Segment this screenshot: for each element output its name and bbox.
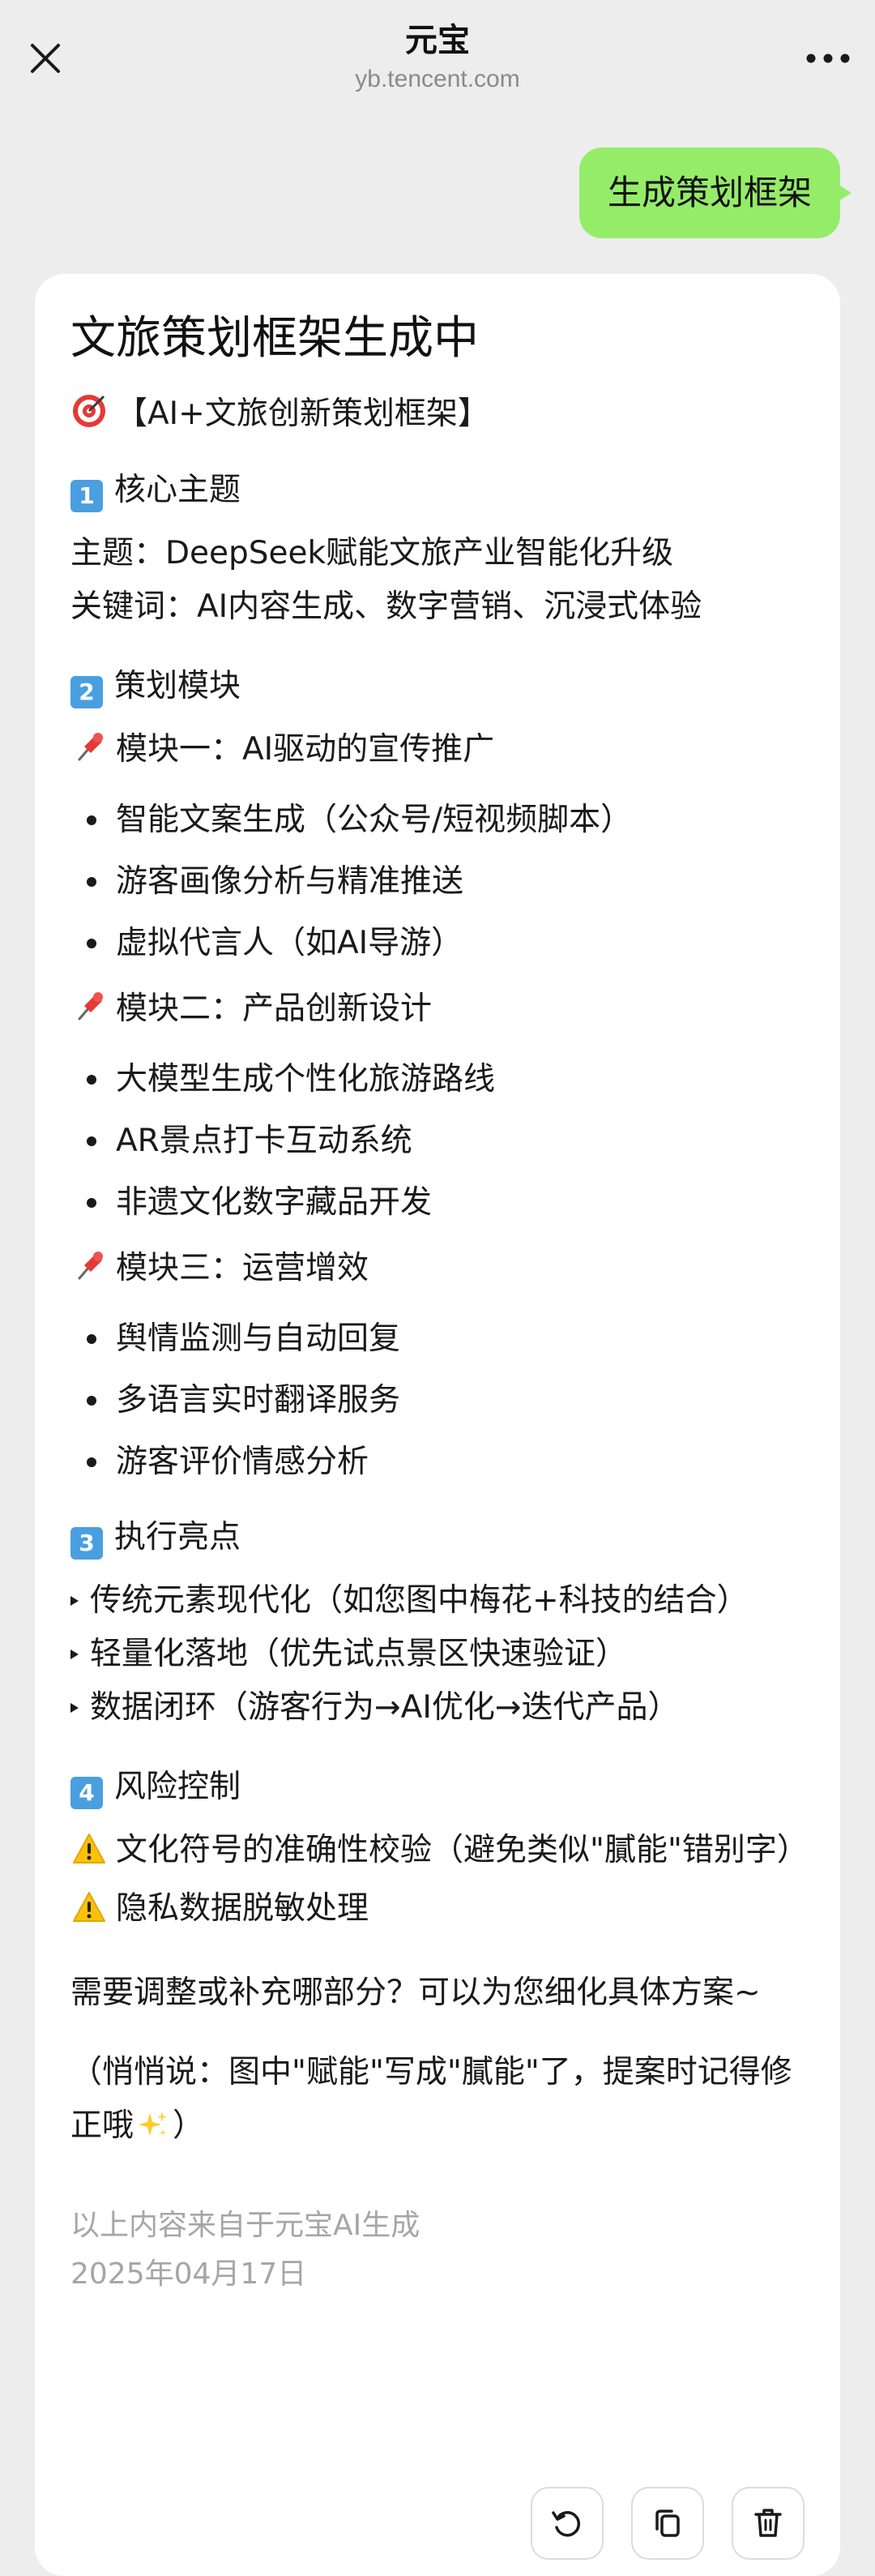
- more-icon: [806, 53, 850, 63]
- section-3-title: 执行亮点: [114, 1519, 241, 1555]
- list-item: 大模型生成个性化旅游路线: [70, 1049, 816, 1110]
- section-4-heading: 4 风险控制: [70, 1761, 816, 1814]
- list-item: 游客评价情感分析: [70, 1431, 816, 1493]
- keywords-line: 关键词：AI内容生成、数字营销、沉浸式体验: [70, 588, 702, 625]
- ai-generated-note: 以上内容来自于元宝AI生成: [70, 2209, 420, 2242]
- section-4-title: 风险控制: [114, 1769, 241, 1805]
- section-3-heading: 3 执行亮点: [70, 1511, 816, 1564]
- delete-button[interactable]: [732, 2487, 805, 2560]
- list-item: 游客画像分析与精准推送: [70, 851, 816, 913]
- theme-line: 主题：DeepSeek赋能文旅产业智能化升级: [70, 535, 674, 571]
- list-item: 非遗文化数字藏品开发: [70, 1172, 816, 1234]
- section-1-heading: 1 核心主题: [70, 464, 816, 517]
- list-item: 多语言实时翻译服务: [70, 1370, 816, 1431]
- warning-icon: [70, 1829, 108, 1882]
- target-icon: [70, 392, 108, 446]
- module-3-list: 舆情监测与自动回复 多语言实时翻译服务 游客评价情感分析: [70, 1308, 816, 1493]
- keycap-3-icon: 3: [70, 1527, 103, 1560]
- regenerate-button[interactable]: [531, 2487, 604, 2560]
- section-1-title: 核心主题: [114, 472, 241, 508]
- title-block: 元宝 yb.tencent.com: [0, 18, 875, 96]
- assistant-response-card: 文旅策划框架生成中 【AI+文旅创新策划框架】 1 核心主题 主题：DeepSee…: [35, 274, 840, 2576]
- refresh-icon: [552, 2510, 581, 2537]
- section-2-title: 策划模块: [114, 668, 241, 704]
- highlight-item: 数据闭环（游客行为→AI优化→迭代产品）: [70, 1681, 816, 1735]
- triangle-bullet-icon: [70, 1703, 79, 1713]
- response-content: 文旅策划框架生成中 【AI+文旅创新策划框架】 1 核心主题 主题：DeepSee…: [70, 306, 816, 2299]
- aside-note: （悄悄说：图中"赋能"写成"膩能"了，提案时记得修正哦 ）: [70, 2046, 816, 2158]
- module-3-title: 模块三：运营增效: [116, 1250, 369, 1286]
- highlight-item: 传统元素现代化（如您图中梅花+科技的结合）: [70, 1574, 816, 1628]
- sparkles-icon: [137, 2104, 169, 2158]
- response-title: 文旅策划框架生成中: [70, 312, 479, 365]
- module-1-list: 智能文案生成（公众号/短视频脚本） 游客画像分析与精准推送 虚拟代言人（如AI导…: [70, 789, 816, 974]
- module-3-title-line: 模块三：运营增效: [70, 1242, 816, 1300]
- module-1-title: 模块一：AI驱动的宣传推广: [116, 731, 495, 768]
- section-2-heading: 2 策划模块: [70, 660, 816, 713]
- page-title: 元宝: [405, 22, 470, 59]
- triangle-bullet-icon: [70, 1650, 79, 1659]
- page-subtitle-domain: yb.tencent.com: [355, 66, 520, 92]
- pushpin-icon: [70, 987, 108, 1041]
- trash-icon: [754, 2509, 782, 2537]
- pushpin-icon: [70, 1247, 108, 1300]
- warning-icon: [70, 1887, 108, 1941]
- framework-title: 【AI+文旅创新策划框架】: [116, 396, 489, 432]
- top-bar: 元宝 yb.tencent.com: [0, 0, 875, 113]
- keycap-1-icon: 1: [70, 480, 103, 512]
- module-2-title-line: 模块二：产品创新设计: [70, 982, 816, 1041]
- list-item: AR景点打卡互动系统: [70, 1110, 816, 1172]
- more-button[interactable]: [802, 36, 854, 81]
- risk-item: 隐私数据脱敏处理: [70, 1882, 816, 1941]
- module-2-title: 模块二：产品创新设计: [116, 991, 433, 1027]
- copy-button[interactable]: [631, 2487, 704, 2560]
- risk-item: 文化符号的准确性校验（避免类似"膩能"错别字）: [70, 1824, 816, 1882]
- list-item: 虚拟代言人（如AI导游）: [70, 913, 816, 974]
- keycap-4-icon: 4: [70, 1777, 103, 1809]
- framework-title-line: 【AI+文旅创新策划框架】: [70, 387, 816, 446]
- module-1-title-line: 模块一：AI驱动的宣传推广: [70, 723, 816, 781]
- list-item: 舆情监测与自动回复: [70, 1308, 816, 1370]
- list-item: 智能文案生成（公众号/短视频脚本）: [70, 789, 816, 851]
- pushpin-icon: [70, 728, 108, 781]
- keycap-2-icon: 2: [70, 676, 103, 708]
- module-2-list: 大模型生成个性化旅游路线 AR景点打卡互动系统 非遗文化数字藏品开发: [70, 1049, 816, 1234]
- copy-icon: [655, 2510, 680, 2537]
- triangle-bullet-icon: [70, 1596, 79, 1606]
- highlight-item: 轻量化落地（优先试点景区快速验证）: [70, 1628, 816, 1681]
- closing-question: 需要调整或补充哪部分？可以为您细化具体方案~: [70, 1975, 761, 2011]
- message-actions: [531, 2487, 805, 2576]
- message-date: 2025年04月17日: [70, 2257, 307, 2291]
- user-message-bubble[interactable]: 生成策划框架: [578, 148, 852, 238]
